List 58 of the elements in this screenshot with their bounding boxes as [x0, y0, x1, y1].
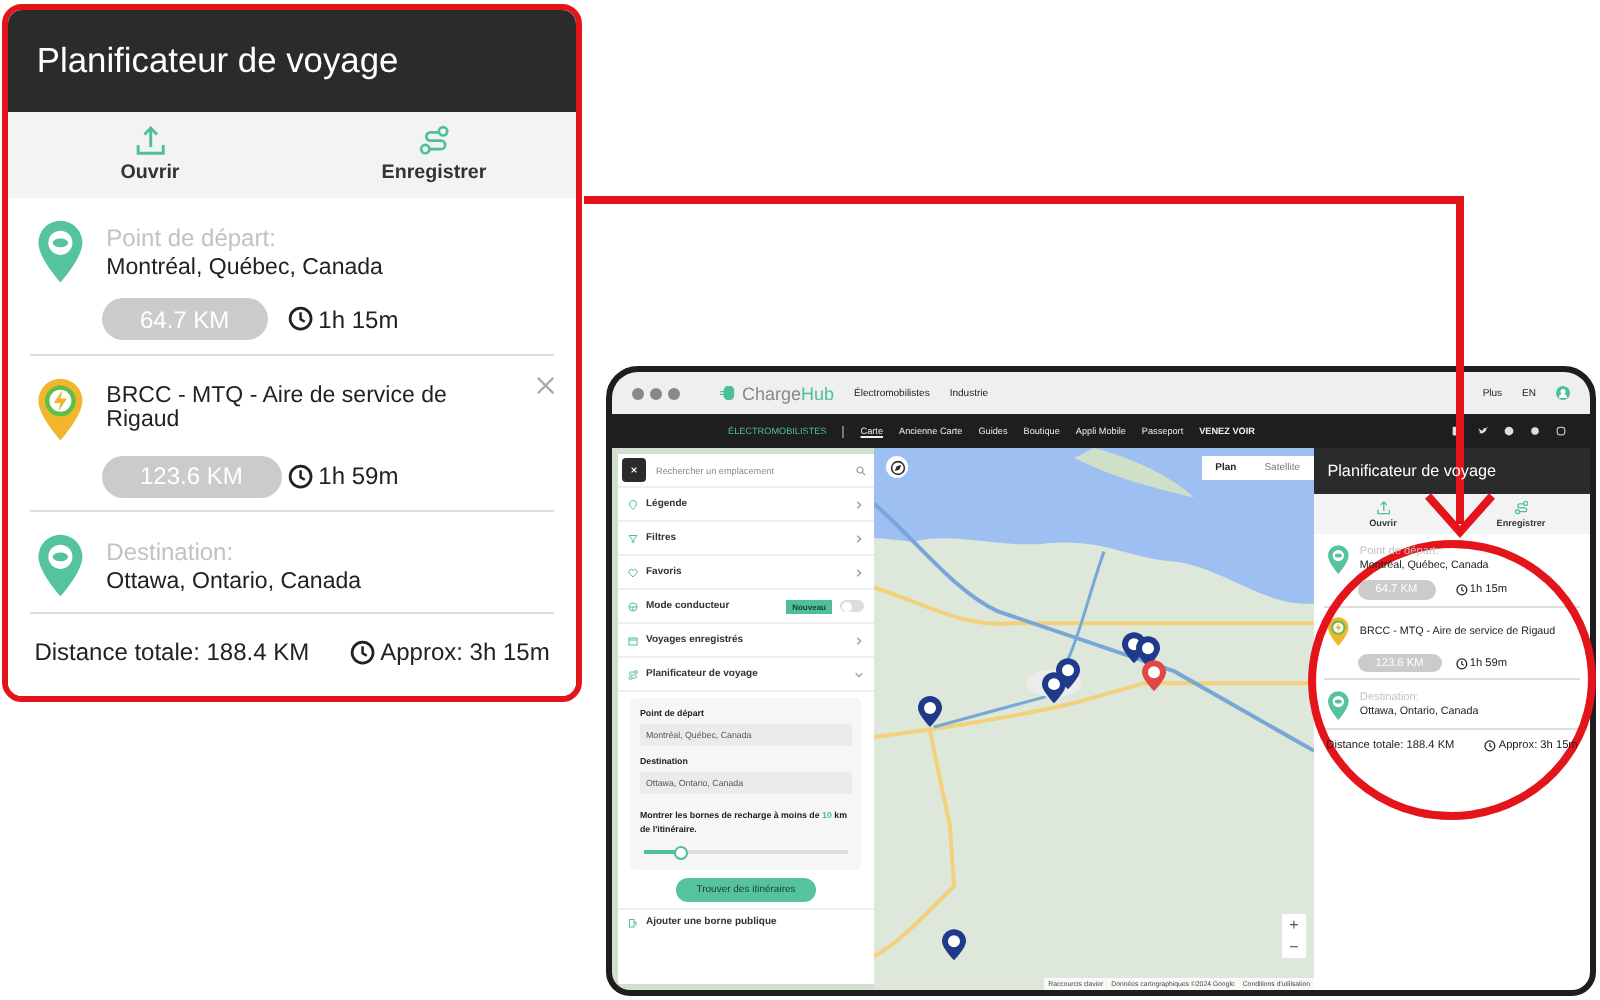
pin-icon [628, 499, 638, 509]
chevron-icon[interactable] [854, 567, 864, 577]
filter-icon [628, 533, 638, 543]
clock-icon [1455, 657, 1468, 670]
user-icon[interactable] [1556, 386, 1570, 400]
chevron-icon[interactable] [854, 499, 864, 509]
stop-name: Montréal, Québec, Canada [106, 255, 383, 280]
charger-pin-icon [1326, 616, 1351, 648]
duration-text: 1h 15m [318, 305, 399, 334]
upload-icon [1375, 499, 1391, 516]
clock-icon [288, 306, 314, 333]
calendar-icon [628, 635, 638, 645]
window-dot[interactable] [632, 387, 644, 399]
stop-name: Ottawa, Ontario, Canada [106, 569, 362, 594]
close-icon[interactable] [535, 375, 555, 395]
heart-icon [628, 567, 638, 577]
stop-name: BRCC - MTQ - Aire de service de Rigaud [106, 384, 449, 433]
location-pin-icon [1326, 689, 1351, 722]
search-icon [856, 465, 866, 475]
close-icon [630, 466, 638, 474]
bird-icon[interactable] [1478, 426, 1488, 436]
save-button[interactable]: Enregistrer [381, 124, 487, 185]
clock-icon [1484, 740, 1497, 753]
duration-text: 1h 59m [318, 462, 399, 491]
square-icon[interactable] [1556, 426, 1566, 436]
zoom-button[interactable]: − [1282, 936, 1306, 958]
location-pin-icon [1326, 543, 1351, 575]
panel-title: Planificateur de voyage [36, 40, 399, 80]
compass-icon [889, 459, 905, 475]
chevron-icon[interactable] [854, 533, 864, 543]
circle-icon[interactable] [1530, 426, 1540, 436]
steering-wheel-icon [628, 601, 638, 611]
toggle-switch[interactable] [840, 600, 864, 612]
route-icon [1513, 499, 1529, 516]
close-button[interactable] [622, 458, 646, 482]
circle-icon[interactable] [1504, 426, 1514, 436]
route-icon [628, 669, 638, 679]
open-button[interactable]: Ouvrir [120, 124, 180, 185]
upload-icon [133, 124, 167, 158]
chevron-icon[interactable] [854, 635, 864, 645]
charger-pin-icon [34, 375, 88, 443]
slider-thumb[interactable] [674, 845, 689, 860]
total-duration: Approx: 3h 15m [380, 638, 550, 667]
total-distance: Distance totale: 188.4 KM [34, 638, 310, 667]
chevron-icon[interactable] [854, 669, 864, 679]
zoom-button[interactable]: + [1282, 914, 1306, 936]
route-icon [417, 124, 451, 158]
clock-icon [350, 639, 376, 666]
clock-icon [288, 464, 314, 490]
location-pin-icon [34, 532, 88, 600]
plug-icon [720, 386, 738, 400]
window-dot[interactable] [668, 387, 680, 399]
location-pin-icon [34, 217, 88, 286]
charger-icon [628, 917, 638, 928]
clock-icon [1455, 584, 1468, 596]
stop-label: Destination: [106, 537, 236, 566]
window-dot[interactable] [650, 387, 662, 399]
stop-label: Point de départ: [106, 223, 278, 252]
